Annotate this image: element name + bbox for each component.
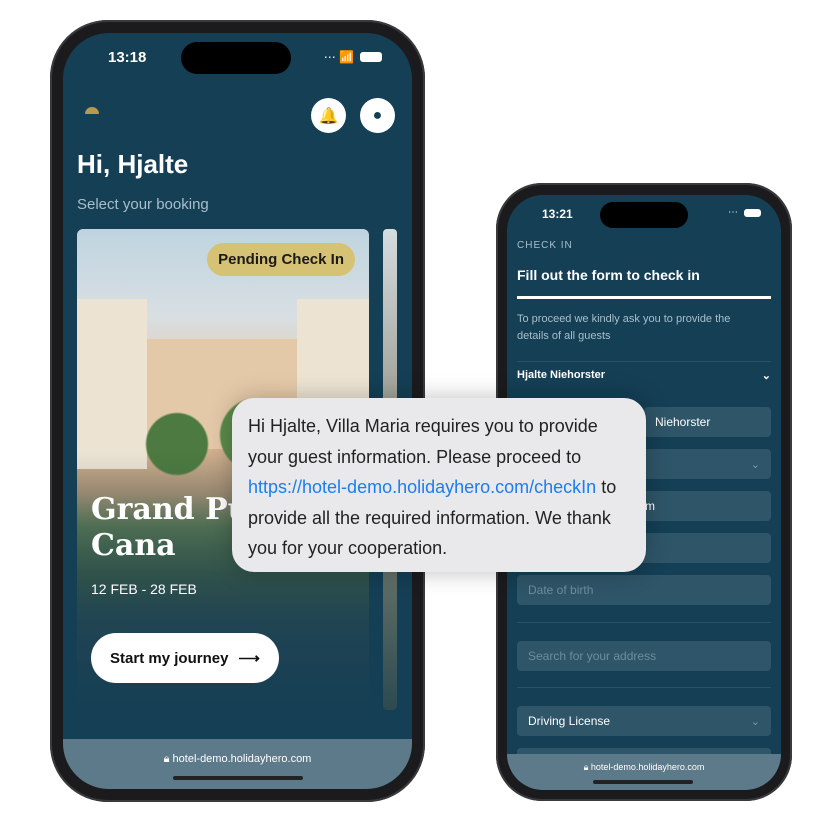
url-bar[interactable]: 🔒︎ hotel-demo.holidayhero.com xyxy=(63,739,412,789)
checkin-link[interactable]: https://hotel-demo.holidayhero.com/check… xyxy=(248,477,596,497)
placeholder: Search for your address xyxy=(528,649,657,663)
bell-icon: 🔔 xyxy=(318,107,339,125)
date-of-birth-field[interactable]: Date of birth xyxy=(517,575,771,605)
guest-name: Hjalte Niehorster xyxy=(517,369,606,381)
url-bar[interactable]: 🔒︎ hotel-demo.holidayhero.com xyxy=(507,754,781,790)
status-icons: ⋯ ︎📶 xyxy=(324,50,382,64)
dynamic-island xyxy=(600,202,688,228)
notifications-button[interactable]: 🔔 xyxy=(311,98,346,133)
eyebrow: CHECK IN xyxy=(517,240,573,251)
battery-icon xyxy=(360,52,382,62)
booking-dates: 12 FEB - 28 FEB xyxy=(91,581,197,597)
url-text: hotel-demo.holidayhero.com xyxy=(172,753,312,765)
divider xyxy=(517,687,771,688)
arrow-right-icon: ⟶ xyxy=(238,650,260,667)
intro-text: To proceed we kindly ask you to provide … xyxy=(517,313,731,342)
document-type-value: Driving License xyxy=(528,714,611,728)
lock-icon: 🔒︎ xyxy=(163,753,173,765)
status-time: 13:21 xyxy=(542,207,573,221)
chevron-down-icon: ⌄ xyxy=(761,370,771,382)
progress-bar xyxy=(517,296,771,299)
document-type-select[interactable]: Driving License ⌄ xyxy=(517,706,771,736)
home-indicator xyxy=(173,776,303,780)
sms-message-bubble: Hi Hjalte, Villa Maria requires you to p… xyxy=(232,398,646,572)
form-title: Fill out the form to check in xyxy=(517,267,700,283)
subtitle: Select your booking xyxy=(77,196,209,213)
last-name-field[interactable]: Niehorster xyxy=(644,407,771,437)
last-name-value: Niehorster xyxy=(655,415,711,429)
chevron-down-icon: ⌄ xyxy=(750,458,760,471)
dynamic-island xyxy=(181,42,291,74)
divider xyxy=(517,361,771,362)
start-journey-button[interactable]: Start my journey ⟶ xyxy=(91,633,279,683)
divider xyxy=(517,622,771,623)
greeting: Hi, Hjalte xyxy=(77,149,189,179)
message-text: Hi Hjalte, Villa Maria requires you to p… xyxy=(248,416,598,467)
battery-icon xyxy=(744,208,761,217)
field-value: m xyxy=(645,499,655,513)
wifi-icon: ⋯ xyxy=(728,207,738,218)
status-icons: ⋯ xyxy=(728,207,761,218)
profile-button[interactable]: ● xyxy=(360,98,395,133)
url-text: hotel-demo.holidayhero.com xyxy=(590,762,705,772)
hotel-logo xyxy=(85,107,99,114)
user-icon: ● xyxy=(372,106,383,124)
guest-accordion[interactable]: Hjalte Niehorster ⌄ xyxy=(517,369,771,382)
status-badge: Pending Check In xyxy=(207,243,355,276)
home-indicator xyxy=(593,780,693,784)
placeholder: Date of birth xyxy=(528,583,594,597)
address-search-field[interactable]: Search for your address xyxy=(517,641,771,671)
button-label: Start my journey xyxy=(110,649,229,667)
chevron-down-icon: ⌄ xyxy=(750,715,760,728)
status-time: 13:18 xyxy=(108,49,147,66)
lock-icon: 🔒︎ xyxy=(583,762,591,772)
wifi-icon: ⋯ ︎📶 xyxy=(323,50,354,64)
